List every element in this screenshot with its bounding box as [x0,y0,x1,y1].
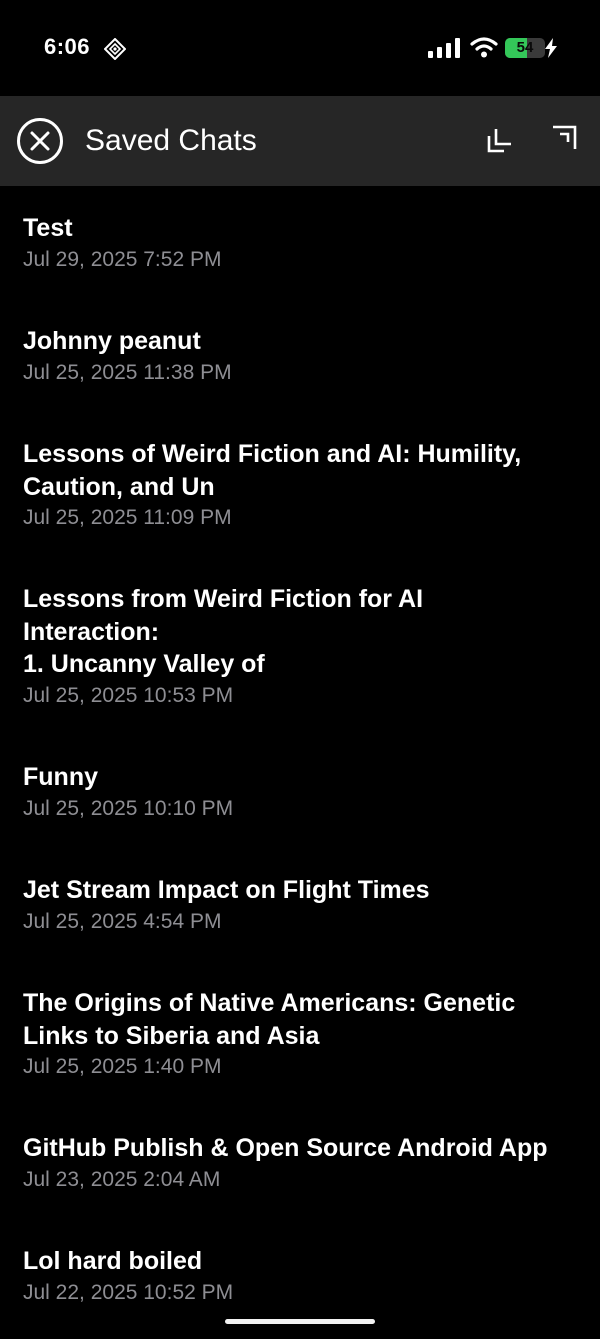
chat-date: Jul 23, 2025 2:04 AM [23,1167,221,1191]
chat-item-funny[interactable]: Funny Jul 25, 2025 10:10 PM [23,761,580,824]
charging-bolt-icon [545,38,557,58]
chat-item-johnny-peanut[interactable]: Johnny peanut Jul 25, 2025 11:38 PM [23,325,580,388]
chat-item-lol-hard-boiled[interactable]: Lol hard boiled Jul 22, 2025 10:52 PM [23,1245,580,1306]
chat-title: Johnny peanut [23,327,201,355]
chat-title: Test [23,214,73,242]
chat-date: Jul 25, 2025 4:54 PM [23,909,222,933]
chat-item-lessons-from-weird-fiction[interactable]: Lessons from Weird Fiction for AI Intera… [23,583,580,711]
chat-title: The Origins of Native Americans: Genetic… [23,989,516,1050]
chat-date: Jul 25, 2025 10:53 PM [23,683,234,707]
chat-title: Funny [23,763,98,791]
home-indicator[interactable] [225,1319,375,1324]
battery-icon: 54 [505,38,545,58]
status-time: 6:06 [44,34,91,59]
chat-date: Jul 25, 2025 11:09 PM [23,506,232,529]
close-circle-icon[interactable] [16,117,64,165]
chat-item-lessons-weird-fiction-ai[interactable]: Lessons of Weird Fiction and AI: Humilit… [23,438,580,533]
chat-date: Jul 25, 2025 11:38 PM [23,360,232,384]
status-bar: 6:06 54 [0,0,600,96]
cellular-signal-icon [428,38,460,58]
chat-date: Jul 29, 2025 7:52 PM [23,247,222,271]
header-bar: Saved Chats [0,96,600,186]
chat-date: Jul 22, 2025 10:52 PM [23,1280,234,1304]
page-title: Saved Chats [85,124,257,157]
chat-date: Jul 25, 2025 1:40 PM [23,1055,222,1078]
saved-chats-list: Test Jul 29, 2025 7:52 PM Johnny peanut … [0,186,600,1306]
chat-item-origins-native-americans[interactable]: The Origins of Native Americans: Genetic… [23,987,580,1082]
chat-title: Lol hard boiled [23,1247,203,1275]
chat-item-github-publish[interactable]: GitHub Publish & Open Source Android App… [23,1132,580,1195]
chat-item-test[interactable]: Test Jul 29, 2025 7:52 PM [23,212,580,275]
chat-title: Jet Stream Impact on Flight Times [23,876,430,904]
chat-title: Lessons of Weird Fiction and AI: Humilit… [23,440,522,501]
chat-date: Jul 25, 2025 10:10 PM [23,796,234,820]
collapse-icon[interactable] [484,126,514,156]
diamond-icon [104,38,126,60]
wifi-icon [470,37,498,58]
chat-title: GitHub Publish & Open Source Android App [23,1134,548,1162]
expand-icon[interactable] [550,122,580,152]
chat-item-jet-stream[interactable]: Jet Stream Impact on Flight Times Jul 25… [23,874,580,937]
chat-title: Lessons from Weird Fiction for AI Intera… [23,585,424,678]
battery-percent: 54 [516,39,534,56]
